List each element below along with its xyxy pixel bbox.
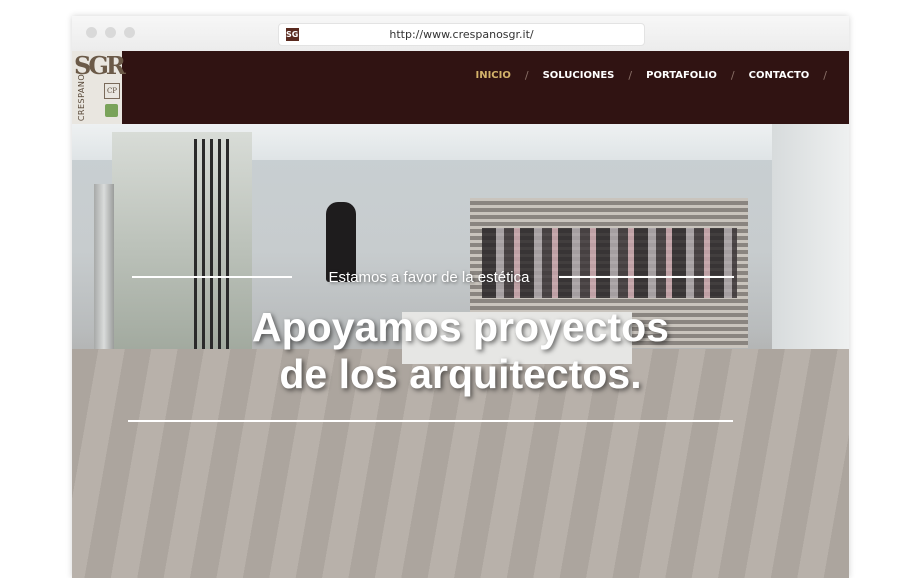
hero-photo-clothes bbox=[482, 228, 737, 298]
nav-item-contacto[interactable]: CONTACTO bbox=[749, 70, 810, 81]
tagline-rule-right bbox=[559, 276, 734, 278]
site-logo[interactable]: SGR CRESPANO CP bbox=[72, 51, 126, 124]
close-window-button[interactable] bbox=[86, 27, 97, 38]
nav-separator: / bbox=[730, 69, 735, 82]
logo-cp-badge: CP bbox=[104, 83, 120, 99]
hero-banner: Estamos a favor de la estética Apoyamos … bbox=[72, 124, 849, 578]
leaf-icon bbox=[105, 104, 118, 117]
nav-separator: / bbox=[823, 69, 827, 82]
nav-separator: / bbox=[524, 69, 529, 82]
address-bar[interactable]: SGR http://www.crespanosgr.it/ bbox=[278, 23, 645, 46]
maximize-window-button[interactable] bbox=[124, 27, 135, 38]
nav-item-soluciones[interactable]: SOLUCIONES bbox=[543, 70, 615, 81]
nav-item-inicio[interactable]: INICIO bbox=[475, 70, 510, 81]
nav-item-portafolio[interactable]: PORTAFOLIO bbox=[646, 70, 717, 81]
site-header: SGR CRESPANO CP INICIO / SOLUCIONES / PO… bbox=[72, 51, 849, 124]
logo-side-text: CRESPANO bbox=[77, 73, 87, 122]
browser-toolbar: SGR http://www.crespanosgr.it/ bbox=[72, 16, 849, 52]
minimize-window-button[interactable] bbox=[105, 27, 116, 38]
nav-separator: / bbox=[628, 69, 633, 82]
browser-window: SGR http://www.crespanosgr.it/ SGR CRESP… bbox=[72, 16, 849, 578]
hero-headline-line-2: de los arquitectos. bbox=[279, 351, 642, 397]
hero-headline-line-1: Apoyamos proyectos bbox=[252, 304, 669, 350]
hero-tagline: Estamos a favor de la estética bbox=[328, 269, 530, 286]
hero-rule-bottom bbox=[128, 420, 733, 422]
main-nav: INICIO / SOLUCIONES / PORTAFOLIO / CONTA… bbox=[475, 69, 841, 82]
url-text[interactable]: http://www.crespanosgr.it/ bbox=[279, 28, 644, 41]
tagline-rule-left bbox=[132, 276, 292, 278]
hero-headline: Apoyamos proyectos de los arquitectos. bbox=[122, 304, 799, 398]
